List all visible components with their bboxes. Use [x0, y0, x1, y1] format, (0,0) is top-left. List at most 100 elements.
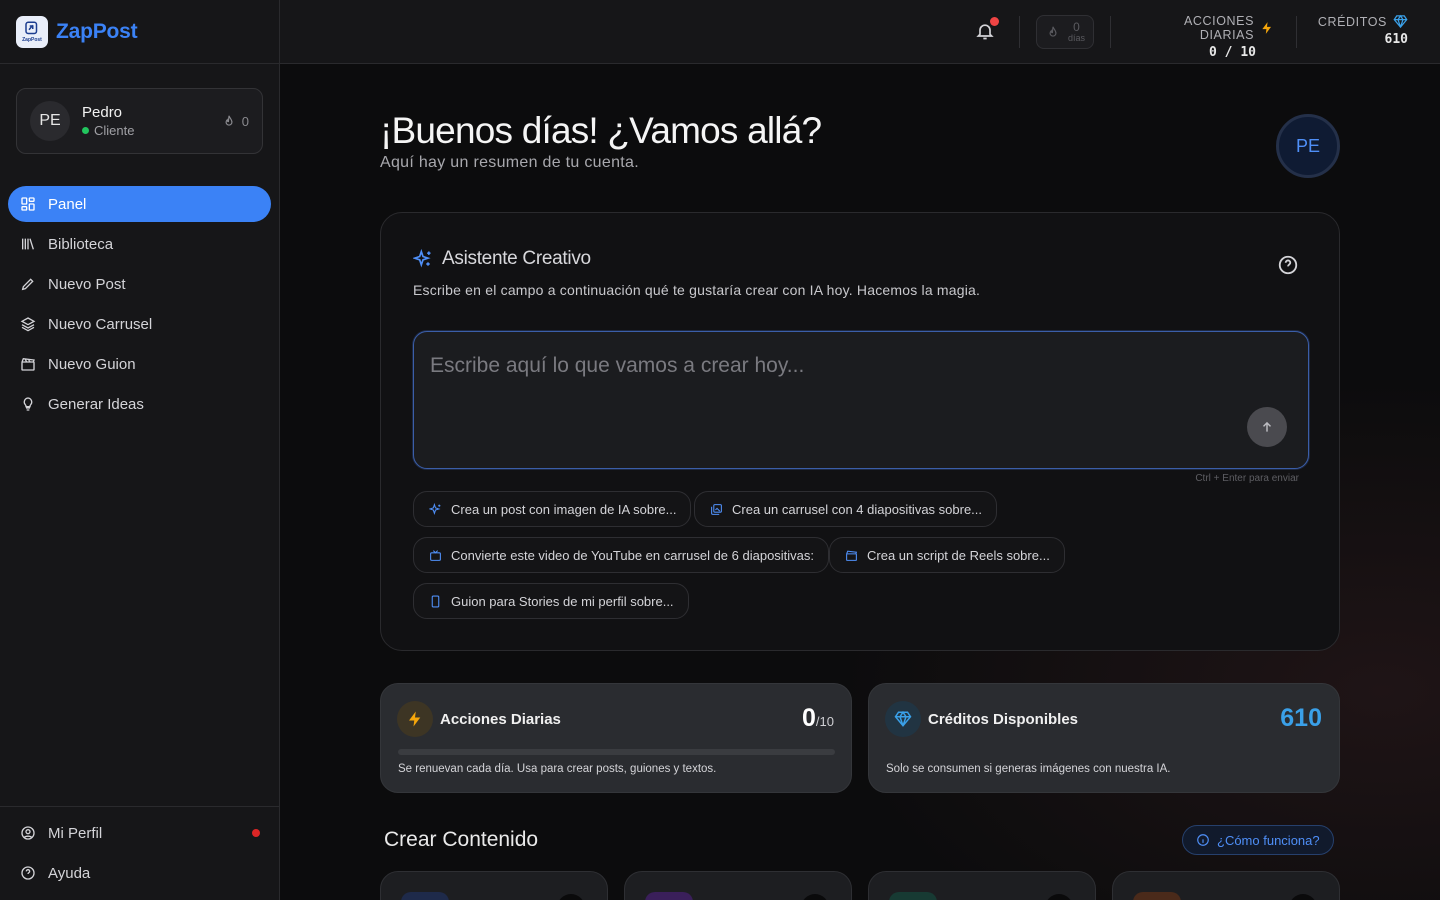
- user-streak-value: 0: [241, 113, 249, 129]
- nav-label: Biblioteca: [48, 235, 114, 253]
- notification-dot-icon: [252, 829, 260, 837]
- chip-label: Convierte este video de YouTube en carru…: [451, 547, 815, 563]
- divider: [1296, 16, 1297, 48]
- streak-days-value: 0: [1073, 19, 1080, 34]
- images-icon: [711, 503, 722, 515]
- diamond-icon: [1393, 14, 1408, 29]
- suggestion-chip[interactable]: Crea un carrusel con 4 diapositivas sobr…: [694, 491, 998, 527]
- avatar: PE: [30, 101, 70, 141]
- nav-item-mi-perfil[interactable]: Mi Perfil: [8, 815, 271, 851]
- suggestion-chip[interactable]: Guion para Stories de mi perfil sobre...: [413, 583, 689, 619]
- user-role: Cliente: [82, 123, 222, 138]
- daily-actions-icon-wrap: [397, 701, 433, 737]
- library-icon: [22, 238, 34, 250]
- notification-dot-icon: [990, 17, 999, 26]
- user-name: Pedro: [82, 104, 123, 121]
- send-hint: Ctrl + Enter para enviar: [1195, 473, 1299, 484]
- nav-item-nuevo-guion[interactable]: Nuevo Guion: [8, 346, 271, 382]
- prompt-box: [413, 331, 1309, 469]
- credits-label: CRÉDITOS: [1317, 14, 1387, 29]
- nav-label: Nuevo Carrusel: [48, 315, 153, 333]
- credits-value: 610: [1384, 32, 1408, 47]
- diamond-icon: [894, 710, 912, 727]
- help-circle-icon[interactable]: [1277, 254, 1299, 276]
- create-card-badge: [1045, 894, 1073, 900]
- sparkles-icon: [429, 502, 441, 515]
- daily-actions-desc: Se renuevan cada día. Usa para crear pos…: [398, 763, 717, 775]
- online-dot-icon: [82, 127, 89, 134]
- send-button[interactable]: [1247, 407, 1287, 447]
- create-card-icon: [401, 892, 449, 900]
- how-it-works-label: ¿Cómo funciona?: [1217, 832, 1320, 848]
- logo-bar: ZapPost ZapPost: [0, 0, 279, 64]
- layers-icon: [20, 317, 36, 332]
- logo-small-text: ZapPost: [22, 37, 42, 43]
- credits-desc: Solo se consumen si generas imágenes con…: [886, 763, 1171, 775]
- daily-actions-count: 0: [802, 704, 816, 732]
- daily-actions-indicator: ACCIONES DIARIAS 0 / 10: [1126, 14, 1274, 60]
- prompt-input[interactable]: [414, 332, 1308, 468]
- create-card-icon: [889, 892, 937, 900]
- chip-label: Crea un script de Reels sobre...: [867, 547, 1050, 563]
- nav-label: Ayuda: [48, 864, 91, 882]
- daily-actions-value: 0/10: [802, 704, 834, 733]
- nav-item-nuevo-post[interactable]: Nuevo Post: [8, 266, 271, 302]
- tv-icon: [430, 549, 441, 561]
- credits-indicator: CRÉDITOS 610: [1310, 14, 1408, 48]
- avatar[interactable]: PE: [1276, 114, 1340, 178]
- user-card[interactable]: PE Pedro Cliente 0: [16, 88, 263, 154]
- chip-label: Crea un carrusel con 4 diapositivas sobr…: [732, 501, 983, 517]
- assistant-subtitle: Escribe en el campo a continuación qué t…: [413, 282, 981, 298]
- suggestion-chip[interactable]: Crea un post con imagen de IA sobre...: [413, 491, 692, 527]
- arrow-up-icon: [1262, 421, 1272, 432]
- app-name[interactable]: ZapPost: [56, 20, 138, 44]
- create-card[interactable]: [380, 871, 608, 900]
- nav-label: Mi Perfil: [48, 824, 103, 842]
- create-card[interactable]: [1112, 871, 1340, 900]
- lightning-icon: [1262, 22, 1272, 34]
- daily-actions-card: Acciones Diarias 0/10 Se renuevan cada d…: [380, 683, 852, 793]
- page-title: ¡Buenos días! ¿Vamos allá?: [380, 110, 822, 151]
- greeting: ¡Buenos días! ¿Vamos allá? Aquí hay un r…: [380, 110, 822, 172]
- nav-item-generar-ideas[interactable]: Generar Ideas: [8, 386, 271, 422]
- create-card[interactable]: [624, 871, 852, 900]
- nav-item-panel[interactable]: Panel: [8, 186, 271, 222]
- nav-item-ayuda[interactable]: Ayuda: [8, 855, 271, 891]
- create-card-badge: [801, 894, 829, 900]
- page-subtitle: Aquí hay un resumen de tu cuenta.: [380, 154, 639, 171]
- app-logo-icon[interactable]: ZapPost: [16, 15, 48, 48]
- clapperboard-icon: [846, 550, 858, 561]
- assistant-title-text: Asistente Creativo: [442, 248, 591, 269]
- user-circle-icon: [21, 826, 35, 840]
- flame-icon: [225, 115, 233, 126]
- nav-label: Nuevo Post: [48, 275, 126, 293]
- create-card-badge: [557, 894, 585, 900]
- notifications-button[interactable]: [975, 17, 999, 44]
- streak-days-label: días: [1068, 32, 1086, 43]
- section-title: Crear Contenido: [384, 828, 539, 851]
- divider: [1019, 16, 1020, 48]
- creative-assistant-card: Asistente Creativo Escribe en el campo a…: [380, 212, 1340, 651]
- credits-title: Créditos Disponibles: [928, 711, 1079, 728]
- divider: [1110, 16, 1111, 48]
- suggestion-chip[interactable]: Convierte este video de YouTube en carru…: [413, 537, 830, 573]
- lightning-icon: [409, 711, 421, 727]
- daily-actions-value: 0 / 10: [1209, 45, 1256, 60]
- lightbulb-icon: [23, 397, 33, 411]
- create-card[interactable]: [868, 871, 1096, 900]
- daily-actions-max: /10: [815, 714, 834, 729]
- nav-item-biblioteca[interactable]: Biblioteca: [8, 226, 271, 262]
- nav-label: Nuevo Guion: [48, 355, 136, 373]
- sparkles-icon: [413, 249, 431, 268]
- daily-actions-label: ACCIONES DIARIAS: [1183, 14, 1255, 42]
- streak-box[interactable]: 0 días: [1036, 15, 1094, 49]
- topbar: 0 días ACCIONES DIARIAS 0 / 10 CRÉDITOS …: [280, 0, 1440, 64]
- daily-actions-progress: [398, 749, 835, 755]
- nav-item-nuevo-carrusel[interactable]: Nuevo Carrusel: [8, 306, 271, 342]
- how-it-works-button[interactable]: ¿Cómo funciona?: [1182, 825, 1334, 855]
- daily-actions-title: Acciones Diarias: [440, 711, 561, 728]
- create-card-icon: [645, 892, 693, 900]
- credits-value: 610: [1280, 704, 1322, 732]
- suggestion-chip[interactable]: Crea un script de Reels sobre...: [829, 537, 1065, 573]
- sidebar: ZapPost ZapPost PE Pedro Cliente 0 Panel…: [0, 0, 280, 900]
